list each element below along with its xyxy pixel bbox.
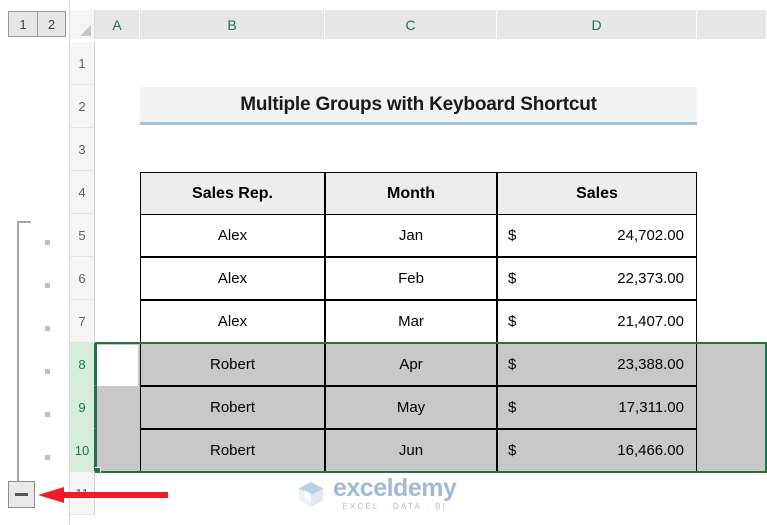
column-header-b[interactable]: B <box>140 10 325 39</box>
minus-icon <box>15 493 28 496</box>
watermark-tagline: EXCEL · DATA · BI <box>342 502 448 511</box>
select-all-corner[interactable] <box>70 10 95 39</box>
outline-level-2-button[interactable]: 2 <box>37 12 65 36</box>
outline-dot-marker <box>45 240 50 245</box>
select-all-triangle-icon <box>80 25 91 36</box>
active-cell-a8[interactable] <box>97 345 138 386</box>
outline-group-bracket <box>17 221 31 481</box>
outline-pane: 1 2 <box>0 0 70 525</box>
table-row[interactable]: $ 21,407.00 <box>497 300 697 343</box>
table-row[interactable]: Robert <box>140 429 325 472</box>
row-header-1[interactable]: 1 <box>70 42 95 85</box>
currency-symbol: $ <box>508 442 517 459</box>
excel-worksheet-screenshot: 1 2 A B C D 1 2 3 4 5 6 7 8 9 10 11 Mult… <box>0 0 767 525</box>
table-row[interactable]: Robert <box>140 343 325 386</box>
outline-dot-marker <box>45 326 50 331</box>
row-header-11[interactable]: 11 <box>70 472 95 515</box>
table-row[interactable]: Alex <box>140 214 325 257</box>
amount-value: 24,702.00 <box>617 227 684 244</box>
row-header-4[interactable]: 4 <box>70 171 95 214</box>
outline-level-buttons: 1 2 <box>8 11 66 37</box>
outline-dot-marker <box>45 412 50 417</box>
row-header-3[interactable]: 3 <box>70 128 95 171</box>
currency-symbol: $ <box>508 313 517 330</box>
outline-dot-marker <box>45 455 50 460</box>
selection-fill-handle[interactable] <box>95 467 101 474</box>
row-header-5[interactable]: 5 <box>70 214 95 257</box>
column-header-d[interactable]: D <box>497 10 697 39</box>
amount-value: 22,373.00 <box>617 270 684 287</box>
watermark-name: exceldemy <box>333 474 457 502</box>
table-header-month[interactable]: Month <box>325 172 497 215</box>
column-header-a[interactable]: A <box>95 10 140 39</box>
table-row[interactable]: Robert <box>140 386 325 429</box>
cells-area: Multiple Groups with Keyboard Shortcut S… <box>95 42 767 525</box>
table-row[interactable]: Apr <box>325 343 497 386</box>
table-row[interactable]: Mar <box>325 300 497 343</box>
outline-collapse-button[interactable] <box>8 481 35 508</box>
row-header-2[interactable]: 2 <box>70 85 95 128</box>
worksheet-grid: A B C D 1 2 3 4 5 6 7 8 9 10 11 Multiple… <box>70 0 767 525</box>
outline-dot-marker <box>45 283 50 288</box>
row-header-6[interactable]: 6 <box>70 257 95 300</box>
row-header-10[interactable]: 10 <box>70 429 95 472</box>
page-title: Multiple Groups with Keyboard Shortcut <box>240 93 597 115</box>
table-row[interactable]: $ 22,373.00 <box>497 257 697 300</box>
row-header-8[interactable]: 8 <box>70 343 95 386</box>
table-row[interactable]: Alex <box>140 257 325 300</box>
table-row[interactable]: $ 17,311.00 <box>497 386 697 429</box>
exceldemy-watermark: exceldemy EXCEL · DATA · BI <box>296 474 457 511</box>
table-header-sales-rep[interactable]: Sales Rep. <box>140 172 325 215</box>
table-row[interactable]: $ 16,466.00 <box>497 429 697 472</box>
currency-symbol: $ <box>508 270 517 287</box>
table-row[interactable]: Jan <box>325 214 497 257</box>
amount-value: 16,466.00 <box>617 442 684 459</box>
exceldemy-logo-icon <box>298 481 324 507</box>
column-header-c[interactable]: C <box>325 10 497 39</box>
column-header-row: A B C D <box>70 10 767 39</box>
row-header-7[interactable]: 7 <box>70 300 95 343</box>
watermark-text: exceldemy EXCEL · DATA · BI <box>333 474 457 511</box>
amount-value: 21,407.00 <box>617 313 684 330</box>
table-row[interactable]: Feb <box>325 257 497 300</box>
table-row[interactable]: $ 23,388.00 <box>497 343 697 386</box>
row-header-9[interactable]: 9 <box>70 386 95 429</box>
currency-symbol: $ <box>508 399 517 416</box>
table-row[interactable]: $ 24,702.00 <box>497 214 697 257</box>
currency-symbol: $ <box>508 227 517 244</box>
amount-value: 17,311.00 <box>618 399 684 416</box>
table-header-sales[interactable]: Sales <box>497 172 697 215</box>
table-row[interactable]: Alex <box>140 300 325 343</box>
currency-symbol: $ <box>508 356 517 373</box>
outline-level-1-button[interactable]: 1 <box>9 12 37 36</box>
title-banner-cell[interactable]: Multiple Groups with Keyboard Shortcut <box>140 87 697 125</box>
table-row[interactable]: Jun <box>325 429 497 472</box>
table-row[interactable]: May <box>325 386 497 429</box>
column-header-e[interactable] <box>697 10 767 39</box>
outline-dot-marker <box>45 369 50 374</box>
amount-value: 23,388.00 <box>617 356 684 373</box>
